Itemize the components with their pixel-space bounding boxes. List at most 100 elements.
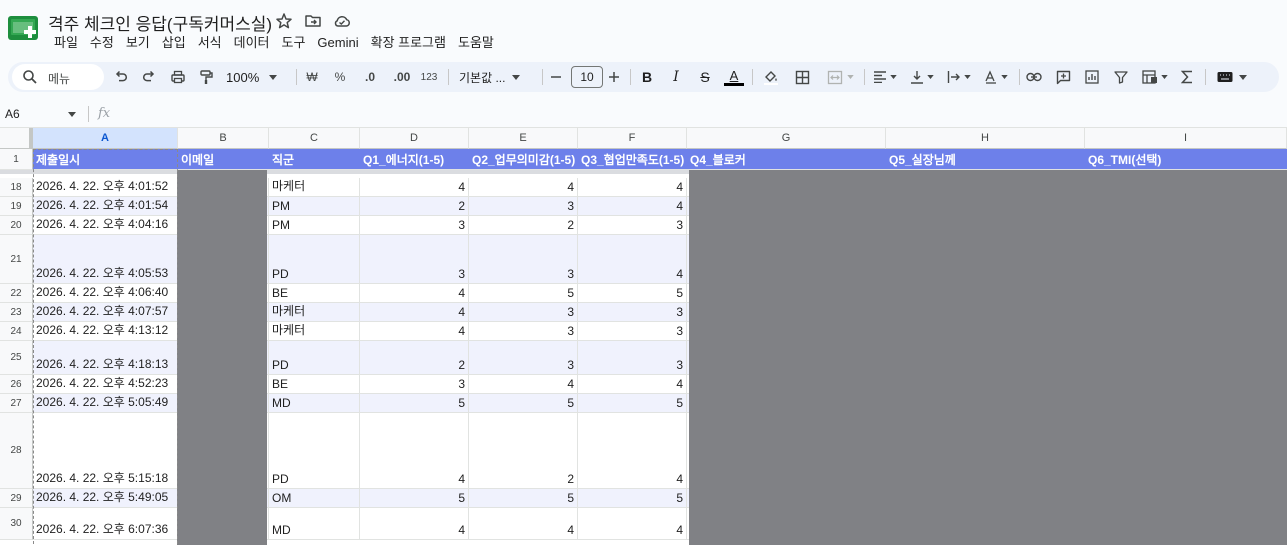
- q3-cell[interactable]: 4: [578, 508, 687, 539]
- zoom-select[interactable]: 100%: [226, 66, 284, 88]
- row-header[interactable]: 20: [0, 216, 33, 235]
- q2-cell[interactable]: 4: [469, 178, 578, 196]
- header-cell[interactable]: Q5_실장님께: [886, 149, 1085, 169]
- q3-cell[interactable]: 4: [578, 235, 687, 283]
- merge-cells-button[interactable]: [822, 66, 858, 88]
- role-cell[interactable]: 마케터: [269, 178, 360, 196]
- row-header[interactable]: 29: [0, 489, 33, 508]
- column-header-h[interactable]: H: [886, 128, 1085, 149]
- q1-cell[interactable]: 3: [360, 235, 469, 283]
- role-cell[interactable]: MD: [269, 394, 360, 412]
- menu-gemini[interactable]: Gemini: [311, 35, 364, 53]
- column-header-f[interactable]: F: [578, 128, 687, 149]
- insert-chart-button[interactable]: [1082, 66, 1102, 88]
- q3-cell[interactable]: 4: [578, 178, 687, 196]
- timestamp-cell[interactable]: 2026. 4. 22. 오후 6:07:36: [33, 508, 178, 539]
- role-cell[interactable]: PD: [269, 341, 360, 374]
- menu-help[interactable]: 도움말: [452, 35, 500, 53]
- number-format-button[interactable]: 123: [419, 66, 439, 88]
- italic-button[interactable]: I: [667, 66, 685, 88]
- q1-cell[interactable]: 4: [360, 284, 469, 302]
- q1-cell[interactable]: 5: [360, 489, 469, 507]
- text-rotation-button[interactable]: [981, 66, 1011, 88]
- functions-button[interactable]: [1177, 66, 1197, 88]
- text-wrapping-button[interactable]: [944, 66, 974, 88]
- menu-view[interactable]: 보기: [120, 35, 156, 53]
- row-header[interactable]: 1: [0, 149, 33, 170]
- role-cell[interactable]: PM: [269, 216, 360, 234]
- role-cell[interactable]: 마케터: [269, 322, 360, 340]
- timestamp-cell[interactable]: 2026. 4. 22. 오후 4:07:57: [33, 303, 178, 321]
- select-all-corner[interactable]: [0, 128, 33, 149]
- fill-color-button[interactable]: [761, 66, 781, 88]
- bold-button[interactable]: B: [638, 66, 656, 88]
- timestamp-cell[interactable]: 2026. 4. 22. 오후 4:01:54: [33, 197, 178, 215]
- q2-cell[interactable]: 5: [469, 489, 578, 507]
- column-header-a[interactable]: A: [33, 128, 178, 149]
- q3-cell[interactable]: 3: [578, 322, 687, 340]
- move-folder-icon[interactable]: [303, 11, 323, 31]
- menu-extensions[interactable]: 확장 프로그램: [365, 35, 452, 53]
- row-header[interactable]: 30: [0, 508, 33, 540]
- header-cell[interactable]: Q4_블로커: [687, 149, 886, 169]
- role-cell[interactable]: BE: [269, 284, 360, 302]
- q3-cell[interactable]: 3: [578, 216, 687, 234]
- increase-font-size-button[interactable]: [606, 66, 622, 88]
- row-header[interactable]: 27: [0, 394, 33, 413]
- header-cell[interactable]: 직군: [269, 149, 360, 169]
- column-header-b[interactable]: B: [178, 128, 269, 149]
- q1-cell[interactable]: 4: [360, 178, 469, 196]
- timestamp-cell[interactable]: 2026. 4. 22. 오후 4:05:53: [33, 235, 178, 283]
- q1-cell[interactable]: 3: [360, 375, 469, 393]
- menu-format[interactable]: 서식: [192, 35, 228, 53]
- header-cell[interactable]: Q1_에너지(1-5): [360, 149, 469, 169]
- q2-cell[interactable]: 2: [469, 216, 578, 234]
- timestamp-cell[interactable]: 2026. 4. 22. 오후 4:18:13: [33, 341, 178, 374]
- row-header[interactable]: 24: [0, 322, 33, 341]
- timestamp-cell[interactable]: 2026. 4. 22. 오후 4:06:40: [33, 284, 178, 302]
- role-cell[interactable]: PD: [269, 235, 360, 283]
- paint-format-button[interactable]: [196, 66, 216, 88]
- increase-decimal-button[interactable]: .00: [388, 66, 416, 88]
- q2-cell[interactable]: 3: [469, 235, 578, 283]
- row-header[interactable]: 26: [0, 375, 33, 394]
- decrease-decimal-button[interactable]: .0: [358, 66, 382, 88]
- role-cell[interactable]: BE: [269, 375, 360, 393]
- column-header-i[interactable]: I: [1085, 128, 1287, 149]
- q3-cell[interactable]: 3: [578, 341, 687, 374]
- row-header[interactable]: 21: [0, 235, 33, 284]
- column-header-d[interactable]: D: [360, 128, 469, 149]
- undo-button[interactable]: [111, 66, 131, 88]
- header-cell[interactable]: 제출일시: [33, 149, 178, 169]
- row-header[interactable]: 19: [0, 197, 33, 216]
- insert-link-button[interactable]: [1024, 66, 1044, 88]
- menu-tools[interactable]: 도구: [276, 35, 312, 53]
- row-header[interactable]: 22: [0, 284, 33, 303]
- column-header-c[interactable]: C: [269, 128, 360, 149]
- cloud-saved-icon[interactable]: [332, 11, 352, 31]
- q3-cell[interactable]: 4: [578, 375, 687, 393]
- q2-cell[interactable]: 4: [469, 375, 578, 393]
- timestamp-cell[interactable]: 2026. 4. 22. 오후 4:01:52: [33, 178, 178, 196]
- role-cell[interactable]: 마케터: [269, 303, 360, 321]
- q1-cell[interactable]: 4: [360, 303, 469, 321]
- document-title[interactable]: 격주 체크인 응답(구독커머스실): [48, 10, 272, 35]
- q3-cell[interactable]: 5: [578, 394, 687, 412]
- name-box[interactable]: A6: [5, 107, 20, 121]
- header-cell[interactable]: Q3_협업만족도(1-5): [578, 149, 687, 169]
- column-header-g[interactable]: G: [687, 128, 886, 149]
- q1-cell[interactable]: 4: [360, 413, 469, 488]
- q2-cell[interactable]: 3: [469, 341, 578, 374]
- vertical-align-button[interactable]: [907, 66, 937, 88]
- filter-views-button[interactable]: [1138, 66, 1172, 88]
- timestamp-cell[interactable]: 2026. 4. 22. 오후 4:13:12: [33, 322, 178, 340]
- strikethrough-button[interactable]: S: [696, 66, 714, 88]
- font-size-input[interactable]: 10: [571, 66, 603, 88]
- q1-cell[interactable]: 4: [360, 322, 469, 340]
- print-button[interactable]: [168, 66, 188, 88]
- redo-button[interactable]: [139, 66, 159, 88]
- q3-cell[interactable]: 3: [578, 303, 687, 321]
- star-icon[interactable]: [274, 11, 294, 31]
- q2-cell[interactable]: 3: [469, 197, 578, 215]
- input-tools-button[interactable]: [1212, 66, 1252, 88]
